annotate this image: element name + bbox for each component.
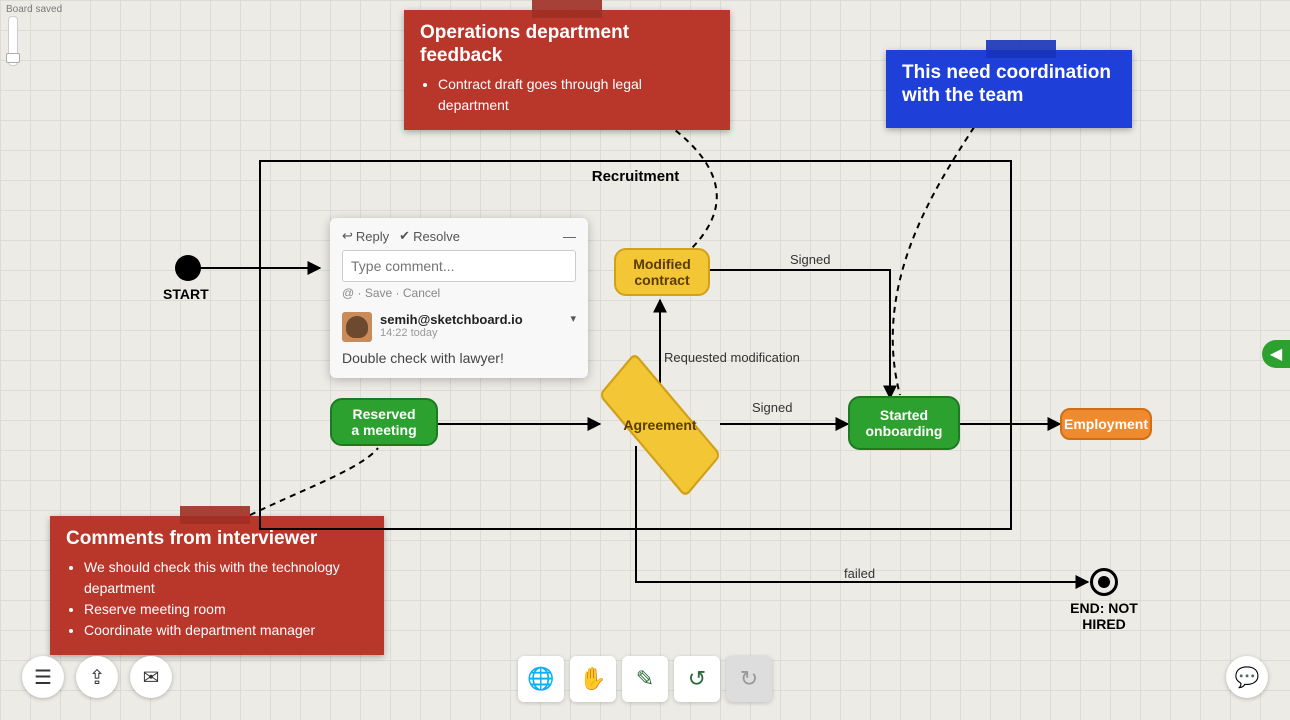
end-node[interactable] — [1090, 568, 1118, 596]
undo-button[interactable]: ↺ — [674, 656, 720, 702]
edge-label-failed: failed — [844, 566, 875, 581]
share-icon: ⇪ — [89, 665, 106, 690]
chat-button[interactable]: ✉ — [130, 656, 172, 698]
node-agreement[interactable]: Agreement — [600, 400, 720, 450]
edge-label-requested: Requested modification — [664, 350, 800, 365]
node-reserved-meeting[interactable]: Reserved a meeting — [330, 398, 438, 446]
share-button[interactable]: ⇪ — [76, 656, 118, 698]
note-interviewer-comments[interactable]: Comments from interviewer We should chec… — [50, 516, 384, 655]
note-title: Comments from interviewer — [66, 528, 368, 551]
chat-icon: ✉ — [143, 665, 160, 690]
status-text: Board saved — [6, 4, 62, 15]
comments-panel-button[interactable]: 💬 — [1226, 656, 1268, 698]
node-modified-contract[interactable]: Modified contract — [614, 248, 710, 296]
collapse-arrow-icon: ◀ — [1270, 344, 1282, 364]
start-node[interactable] — [175, 255, 201, 281]
hand-tool[interactable]: ✋ — [570, 656, 616, 702]
comment-menu-caret[interactable]: ▾ — [570, 312, 576, 342]
side-collapse-tab[interactable]: ◀ — [1262, 340, 1290, 368]
start-label: START — [163, 286, 209, 302]
note-item: We should check this with the technology… — [84, 557, 368, 599]
note-title: Operations department feedback — [420, 22, 714, 68]
edge-label-signed-top: Signed — [790, 252, 830, 267]
note-item: Reserve meeting room — [84, 599, 368, 620]
list-icon: ☰ — [34, 665, 52, 690]
node-started-onboarding[interactable]: Started onboarding — [848, 396, 960, 450]
comment-popup[interactable]: ↩ Reply ✔ Resolve — @ · Save · Cancel se… — [330, 218, 588, 378]
undo-icon: ↺ — [688, 666, 706, 692]
globe-icon: 🌐 — [527, 666, 554, 692]
avatar — [342, 312, 372, 342]
globe-tool[interactable]: 🌐 — [518, 656, 564, 702]
end-label: END: NOT HIRED — [1048, 600, 1160, 632]
edge-label-signed-mid: Signed — [752, 400, 792, 415]
zoom-slider[interactable] — [8, 16, 18, 66]
node-employment[interactable]: Employment — [1060, 408, 1152, 440]
minimize-button[interactable]: — — [563, 229, 576, 244]
comment-user: semih@sketchboard.io — [380, 312, 523, 327]
note-coordination[interactable]: This need coordination with the team — [886, 50, 1132, 128]
comment-time: 14:22 today — [380, 327, 523, 339]
resolve-button[interactable]: ✔ Resolve — [399, 228, 460, 244]
pencil-tool[interactable]: ✎ — [622, 656, 668, 702]
comment-bubble-icon: 💬 — [1235, 665, 1260, 690]
comment-hints: @ · Save · Cancel — [342, 286, 576, 300]
note-operations-feedback[interactable]: Operations department feedback Contract … — [404, 10, 730, 130]
note-item: Contract draft goes through legal depart… — [438, 74, 714, 116]
pencil-icon: ✎ — [636, 666, 654, 692]
redo-button[interactable]: ↻ — [726, 656, 772, 702]
list-button[interactable]: ☰ — [22, 656, 64, 698]
comment-body: Double check with lawyer! — [342, 350, 576, 366]
comment-input[interactable] — [342, 250, 576, 282]
reply-button[interactable]: ↩ Reply — [342, 228, 389, 244]
note-item: Coordinate with department manager — [84, 620, 368, 641]
note-title: This need coordination with the team — [902, 62, 1116, 108]
frame-title: Recruitment — [592, 168, 680, 185]
hand-icon: ✋ — [579, 666, 606, 692]
redo-icon: ↻ — [740, 666, 758, 692]
